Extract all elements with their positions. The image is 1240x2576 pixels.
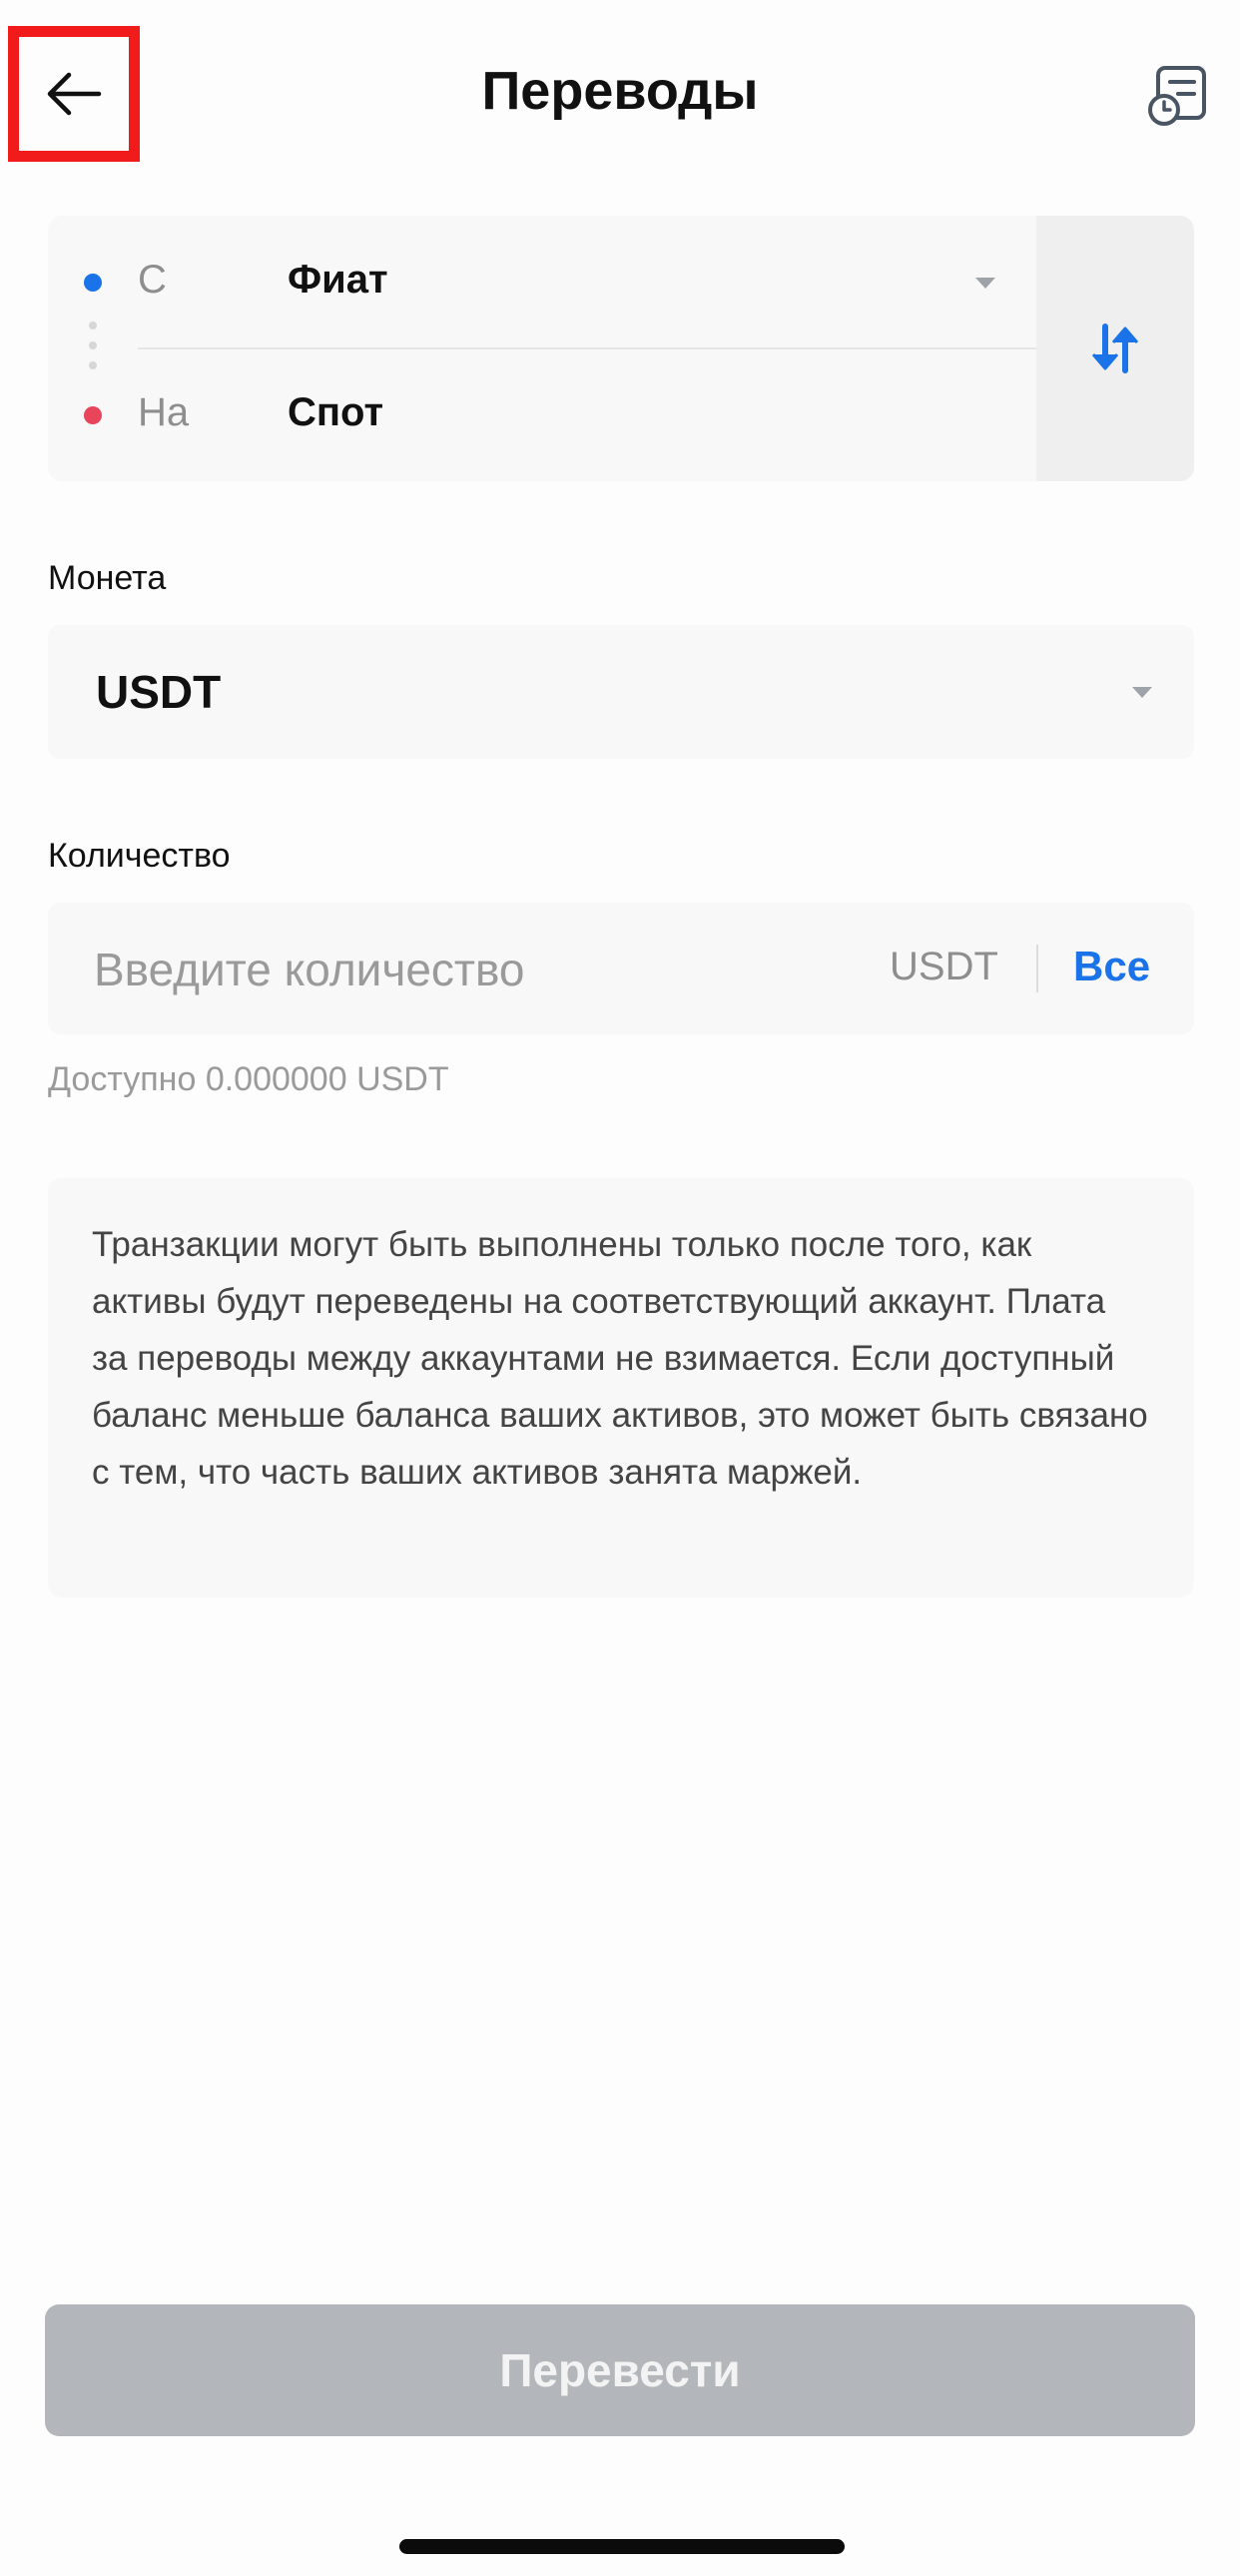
amount-unit: USDT [890,945,998,988]
to-dot [84,406,102,424]
info-text: Транзакции могут быть выполнены только п… [92,1225,1148,1492]
swap-button[interactable] [1036,216,1194,481]
header: Переводы [0,0,1240,190]
coin-label: Монета [48,559,167,597]
info-notice: Транзакции могут быть выполнены только п… [48,1178,1194,1598]
amount-separator [1036,945,1038,992]
available-balance: Доступно 0.000000 USDT [48,1060,449,1098]
from-dot [84,274,102,292]
transfer-history-icon [1148,66,1206,126]
from-label: С [138,258,167,302]
chevron-down-icon [1132,687,1152,698]
home-indicator [399,2539,845,2554]
amount-input[interactable] [94,935,873,1004]
transfer-screen: Переводы С Фиат На Спот Монета USDT Коли… [0,0,1240,2576]
from-account-select[interactable]: С Фиат [48,216,1036,348]
page-title: Переводы [481,61,759,121]
all-amount-button[interactable]: Все [1073,943,1150,990]
amount-label: Количество [48,837,231,875]
to-account-value: Спот [288,390,384,434]
transfer-history-button[interactable] [1146,62,1212,128]
chevron-down-icon [975,278,995,289]
to-label: На [138,390,190,434]
transfer-direction-card: С Фиат На Спот [48,216,1194,481]
coin-value: USDT [96,666,222,718]
transfer-submit-button[interactable]: Перевести [45,2304,1195,2436]
from-account-value: Фиат [288,258,388,302]
swap-arrows-icon [1091,323,1139,373]
to-account-select[interactable]: На Спот [48,348,1036,481]
amount-field: USDT Все [48,903,1194,1034]
coin-select[interactable]: USDT [48,625,1194,759]
